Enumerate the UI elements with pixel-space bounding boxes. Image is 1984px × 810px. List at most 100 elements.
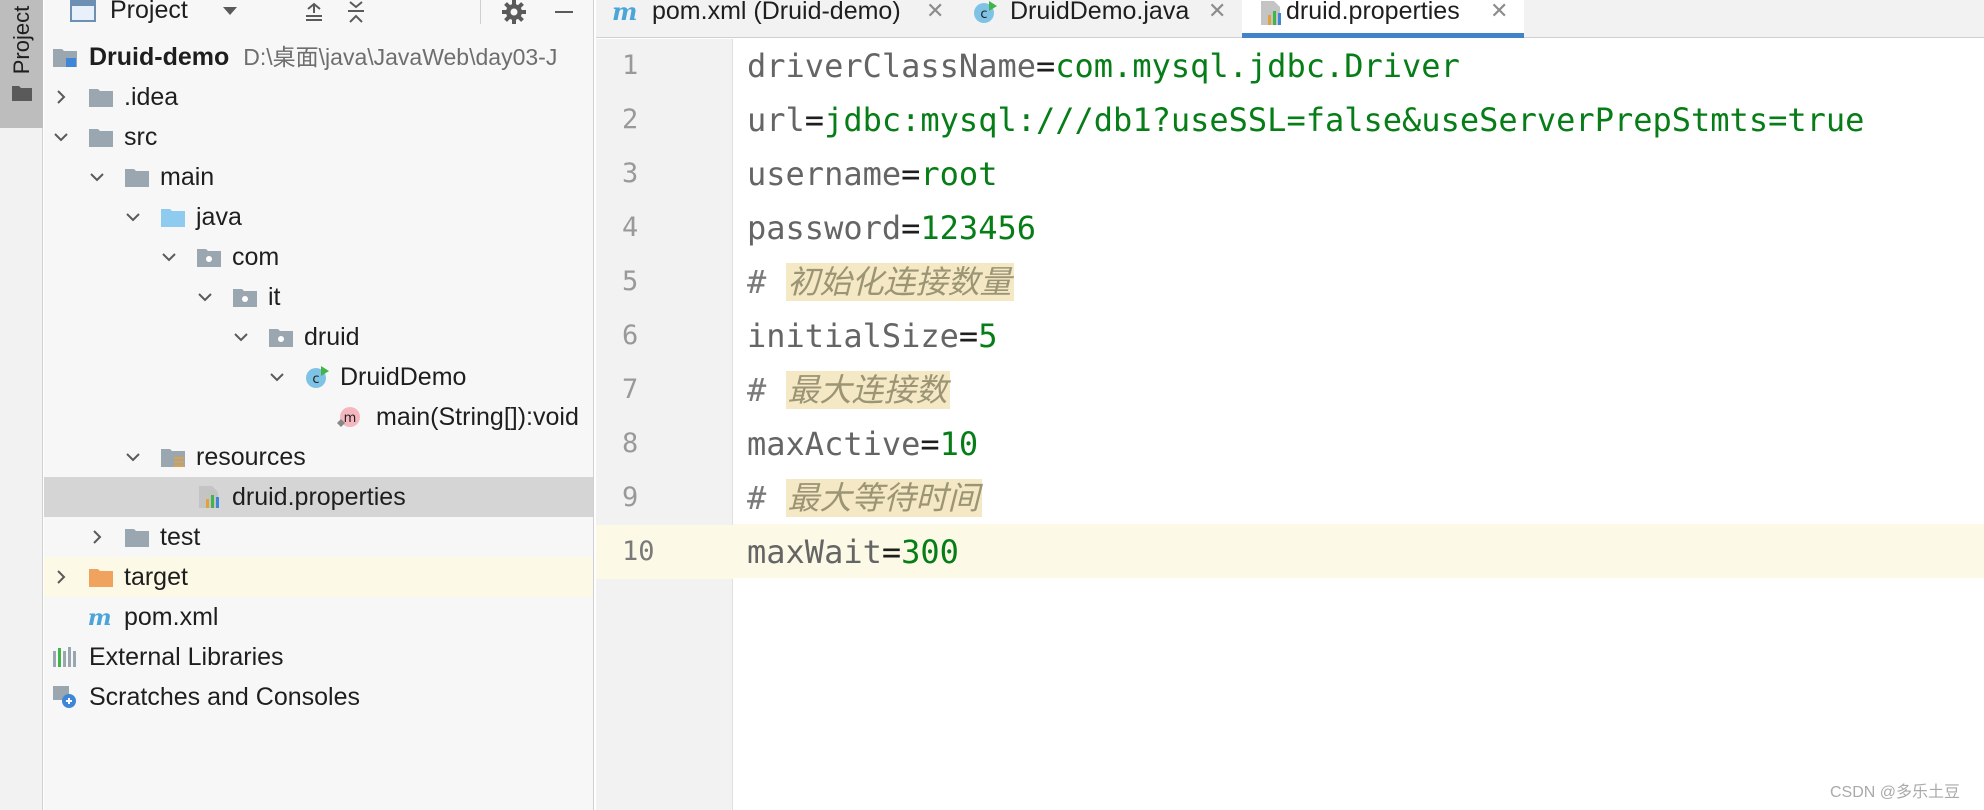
tree-item-druid-demo-class[interactable]: c DruidDemo xyxy=(44,357,593,397)
project-panel-header: Project xyxy=(44,0,593,28)
project-view-selector[interactable]: Project xyxy=(110,0,188,24)
chevron-down-icon[interactable] xyxy=(124,208,142,226)
property-value: 5 xyxy=(978,317,998,355)
folder-icon xyxy=(125,169,149,187)
line-number: 3 xyxy=(622,158,639,189)
tree-item-druid-demo[interactable]: Druid-demo D:\桌面\java\JavaWeb\day03-J xyxy=(44,37,593,77)
tree-item-label: .idea xyxy=(124,83,179,111)
method-icon: m xyxy=(337,407,360,427)
minimize-icon xyxy=(555,11,573,13)
property-key: driverClassName xyxy=(747,47,1036,85)
project-panel: Project Druid-demo D:\桌面\java\JavaWeb\da… xyxy=(44,0,594,810)
property-key: url xyxy=(747,101,805,139)
tab-pom-xml[interactable]: m pom.xml (Druid-demo) ✕ xyxy=(596,0,952,38)
chevron-down-icon[interactable] xyxy=(52,128,70,146)
hide-panel-button[interactable] xyxy=(550,0,578,24)
comment-text: 最大等待时间 xyxy=(785,479,982,517)
code-line: driverClassName=com.mysql.jdbc.Driver xyxy=(747,47,1460,85)
line-number-current: 10 xyxy=(596,525,733,579)
project-view-icon xyxy=(70,0,96,22)
tree-item-label: pom.xml xyxy=(124,603,219,631)
tree-item-label: src xyxy=(124,123,158,151)
tree-item-label: it xyxy=(268,283,281,311)
expand-all-button[interactable] xyxy=(300,0,328,24)
tree-item-main[interactable]: main xyxy=(44,157,593,197)
code-line: maxActive=10 xyxy=(747,425,979,463)
folder-icon xyxy=(12,86,32,101)
properties-file-icon xyxy=(199,486,219,508)
svg-text:m: m xyxy=(344,411,357,426)
tree-item-label: main xyxy=(160,163,215,191)
tree-item-label: target xyxy=(124,563,188,591)
code-line: password=123456 xyxy=(747,209,1036,247)
chevron-down-icon[interactable] xyxy=(160,248,178,266)
chevron-down-icon[interactable] xyxy=(196,288,214,306)
java-class-icon: c xyxy=(974,1,997,23)
comment-line: # 最大等待时间 xyxy=(747,479,982,517)
close-icon[interactable]: ✕ xyxy=(1208,0,1226,22)
library-icon xyxy=(53,647,76,667)
package-icon xyxy=(233,289,257,307)
chevron-right-icon[interactable] xyxy=(52,568,70,586)
maven-icon: m xyxy=(612,0,637,26)
chevron-right-icon[interactable] xyxy=(88,528,106,546)
tree-item-external-libraries[interactable]: External Libraries xyxy=(44,637,593,677)
tree-item-label: druid.properties xyxy=(232,483,406,511)
maven-icon: m xyxy=(88,605,112,629)
comment-line: # 初始化连接数量 xyxy=(747,263,1014,301)
tree-item-label: druid xyxy=(304,323,360,351)
tree-item-main-method[interactable]: m main(String[]):void xyxy=(44,397,593,437)
header-separator xyxy=(480,0,481,24)
tree-item-label: test xyxy=(160,523,201,551)
close-icon[interactable]: ✕ xyxy=(1490,0,1508,22)
chevron-down-icon[interactable] xyxy=(232,328,250,346)
tree-item-java[interactable]: java xyxy=(44,197,593,237)
excluded-folder-icon xyxy=(89,569,113,587)
tree-item-it[interactable]: it xyxy=(44,277,593,317)
property-key: maxWait xyxy=(747,533,882,571)
tab-label: pom.xml (Druid-demo) xyxy=(652,0,901,25)
chevron-right-icon[interactable] xyxy=(52,88,70,106)
editor-tab-bar: m pom.xml (Druid-demo) ✕ c DruidDemo.jav… xyxy=(596,0,1984,38)
chevron-down-icon[interactable] xyxy=(124,448,142,466)
svg-text:c: c xyxy=(980,7,987,22)
chevron-down-icon[interactable] xyxy=(220,2,240,20)
property-value: 300 xyxy=(901,533,959,571)
line-number: 2 xyxy=(622,104,639,135)
tree-item-idea[interactable]: .idea xyxy=(44,77,593,117)
tree-item-druid[interactable]: druid xyxy=(44,317,593,357)
code-line: username=root xyxy=(747,155,998,193)
comment-text: 初始化连接数量 xyxy=(785,263,1014,301)
tab-druid-properties[interactable]: druid.properties ✕ xyxy=(1242,0,1524,38)
watermark: CSDN @多乐土豆 xyxy=(1829,784,1960,801)
tree-item-target[interactable]: target xyxy=(44,557,593,597)
tree-item-test[interactable]: test xyxy=(44,517,593,557)
chevron-down-icon[interactable] xyxy=(88,168,106,186)
project-tool-window-button[interactable]: Project xyxy=(0,0,43,128)
line-number: 6 xyxy=(622,320,639,351)
folder-icon xyxy=(125,529,149,547)
tree-item-label: resources xyxy=(196,443,306,471)
line-number: 4 xyxy=(622,212,639,243)
code-line: url=jdbc:mysql:///db1?useSSL=false&useSe… xyxy=(747,101,1865,139)
chevron-down-icon[interactable] xyxy=(268,368,286,386)
close-icon[interactable]: ✕ xyxy=(926,0,944,22)
settings-button[interactable] xyxy=(500,0,528,24)
code-line-current: maxWait=300 xyxy=(747,533,959,571)
tree-item-scratches[interactable]: Scratches and Consoles xyxy=(44,677,593,717)
tree-item-label: com xyxy=(232,243,280,271)
tree-item-druid-properties[interactable]: druid.properties xyxy=(44,477,593,517)
tree-item-label: Scratches and Consoles xyxy=(89,683,360,711)
collapse-all-button[interactable] xyxy=(342,0,370,24)
tree-item-src[interactable]: src xyxy=(44,117,593,157)
tree-item-resources[interactable]: resources xyxy=(44,437,593,477)
tree-item-com[interactable]: com xyxy=(44,237,593,277)
tree-item-pom[interactable]: m pom.xml xyxy=(44,597,593,637)
line-number: 8 xyxy=(622,428,639,459)
line-number: 1 xyxy=(622,50,639,81)
tab-label: DruidDemo.java xyxy=(1010,0,1190,25)
tab-label: druid.properties xyxy=(1286,0,1460,25)
code-editor[interactable]: 1 2 3 4 5 6 7 8 9 10 driverClassName=com… xyxy=(596,39,1984,810)
tree-item-label: main(String[]):void xyxy=(376,403,579,431)
tree-item-label: DruidDemo xyxy=(340,363,467,391)
